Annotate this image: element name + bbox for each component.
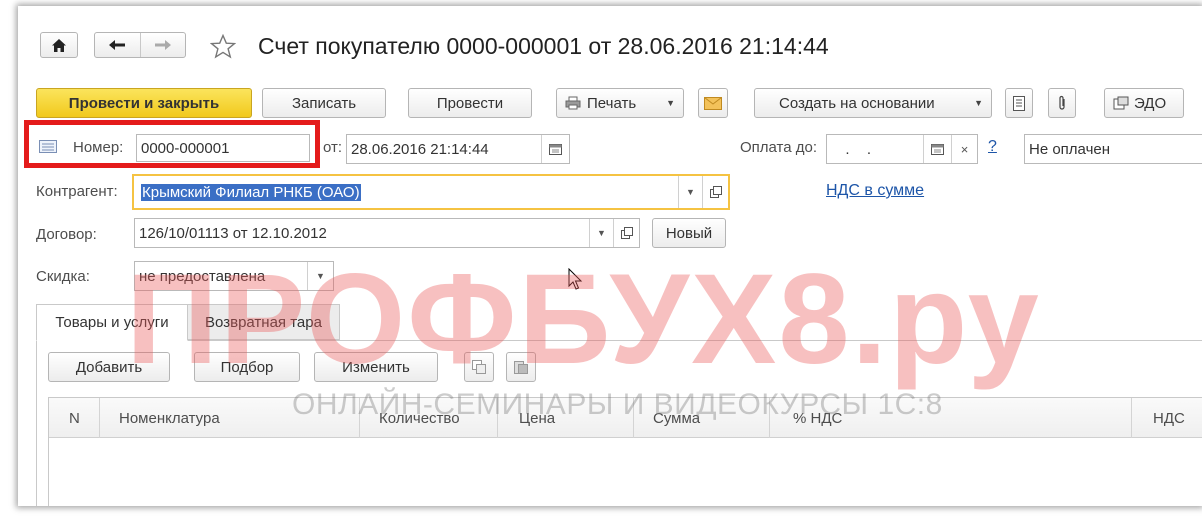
number-label: Номер: <box>73 139 124 156</box>
column-header-nomenclature[interactable]: Номенклатура <box>119 398 220 438</box>
post-and-close-button[interactable]: Провести и закрыть <box>36 88 252 118</box>
column-header-n[interactable]: N <box>69 398 80 438</box>
calendar-button[interactable] <box>541 135 569 163</box>
column-separator <box>1131 398 1132 438</box>
payment-status-field[interactable]: Не оплачен <box>1024 134 1202 164</box>
date-label: от: <box>323 139 343 156</box>
arrow-left-icon <box>109 40 126 50</box>
calendar-icon <box>931 144 944 155</box>
pay-until-value: . . <box>831 140 875 158</box>
print-button[interactable]: Печать ▼ <box>556 88 684 118</box>
document-report-icon <box>1013 95 1025 111</box>
counterparty-value: Крымский Филиал РНКБ (ОАО) <box>141 183 361 201</box>
clear-button[interactable]: × <box>951 135 977 163</box>
create-based-on-label: Создать на основании <box>779 94 935 112</box>
paperclip-icon <box>1059 95 1065 110</box>
contract-label: Договор: <box>36 226 97 243</box>
contract-value: 126/10/01113 от 12.10.2012 <box>139 224 327 242</box>
print-label: Печать <box>587 94 637 112</box>
calendar-button[interactable] <box>923 135 951 163</box>
home-icon <box>52 38 66 52</box>
attach-button[interactable] <box>1048 88 1076 118</box>
dropdown-arrow-icon: ▼ <box>686 187 695 197</box>
watermark-logo: ПРОФБУХ8.ру <box>126 248 1041 391</box>
window-title: Счет покупателю 0000-000001 от 28.06.201… <box>258 33 829 59</box>
dropdown-arrow-icon: ▼ <box>666 98 675 108</box>
edo-label: ЭДО <box>1134 94 1167 112</box>
date-field[interactable]: 28.06.2016 21:14:44 <box>346 134 570 164</box>
pay-until-label: Оплата до: <box>740 139 818 156</box>
help-link[interactable]: ? <box>988 138 997 156</box>
star-icon <box>210 33 236 59</box>
email-button[interactable] <box>698 88 728 118</box>
dropdown-button[interactable]: ▼ <box>678 176 702 208</box>
favorite-button[interactable] <box>208 32 238 60</box>
vat-in-sum-link[interactable]: НДС в сумме <box>826 182 924 200</box>
counterparty-label: Контрагент: <box>36 183 118 200</box>
pay-until-field[interactable]: . . × <box>826 134 978 164</box>
counterparty-field[interactable]: Крымский Филиал РНКБ (ОАО) ▼ <box>132 174 730 210</box>
watermark-subtitle: ОНЛАЙН-СЕМИНАРЫ И ВИДЕОКУРСЫ 1С:8 <box>292 388 943 421</box>
home-button[interactable] <box>40 32 78 58</box>
save-button[interactable]: Записать <box>262 88 386 118</box>
create-based-on-button[interactable]: Создать на основании ▼ <box>754 88 992 118</box>
dropdown-button[interactable]: ▼ <box>589 219 613 247</box>
back-button[interactable] <box>95 33 141 57</box>
close-icon: × <box>960 141 969 157</box>
document-window: Счет покупателю 0000-000001 от 28.06.201… <box>18 6 1202 506</box>
printer-icon <box>565 96 581 110</box>
arrow-right-icon <box>154 40 171 50</box>
open-window-icon <box>620 227 633 239</box>
column-separator <box>99 398 100 438</box>
discount-label: Скидка: <box>36 268 90 285</box>
dropdown-arrow-icon: ▼ <box>974 98 983 108</box>
report-button[interactable] <box>1005 88 1033 118</box>
document-list-icon <box>39 140 57 153</box>
dropdown-arrow-icon: ▼ <box>597 228 606 238</box>
date-value: 28.06.2016 21:14:44 <box>351 140 489 158</box>
calendar-icon <box>549 144 562 155</box>
contract-field[interactable]: 126/10/01113 от 12.10.2012 ▼ <box>134 218 640 248</box>
new-contract-button[interactable]: Новый <box>652 218 726 248</box>
edo-button[interactable]: ЭДО <box>1104 88 1184 118</box>
column-header-vat[interactable]: НДС <box>1153 398 1185 438</box>
nav-buttons <box>94 32 186 58</box>
open-button[interactable] <box>613 219 639 247</box>
open-button[interactable] <box>702 176 728 208</box>
edo-icon <box>1113 96 1129 110</box>
open-window-icon <box>709 186 722 198</box>
post-button[interactable]: Провести <box>408 88 532 118</box>
forward-button[interactable] <box>141 33 186 57</box>
envelope-icon <box>704 96 722 110</box>
number-field[interactable]: 0000-000001 <box>136 134 310 162</box>
